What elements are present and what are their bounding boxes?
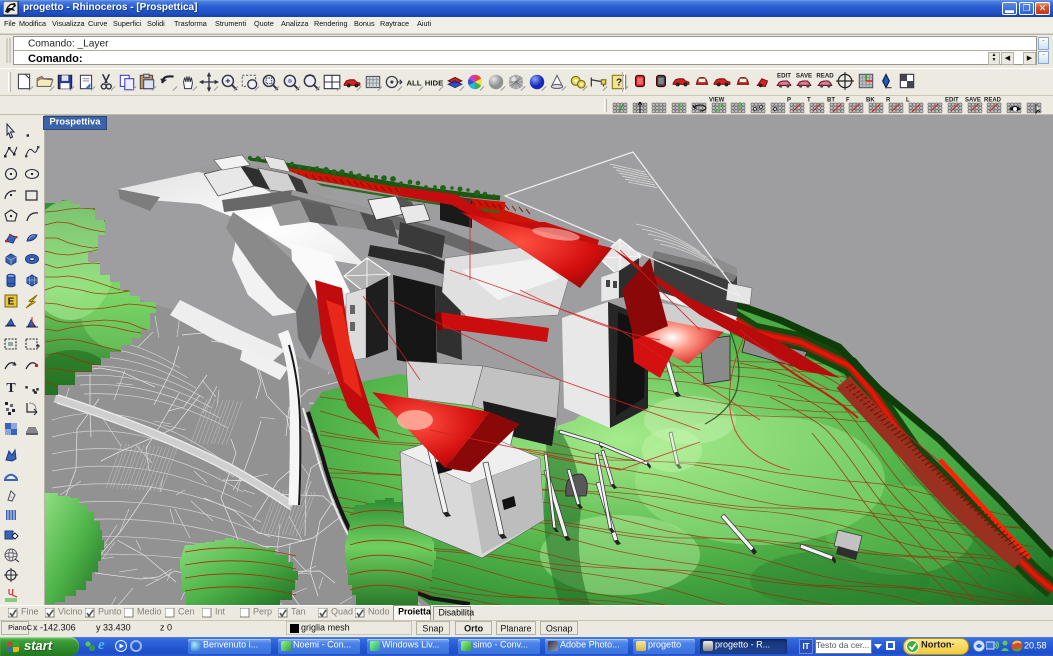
svg-text:READ: READ	[816, 73, 834, 80]
svg-text:E: E	[8, 297, 15, 308]
svg-text:EDIT: EDIT	[777, 73, 791, 80]
svg-text:HIDE: HIDE	[425, 78, 444, 87]
svg-text:T: T	[6, 381, 16, 396]
svg-text:ALL: ALL	[406, 78, 421, 87]
svg-text:?: ?	[615, 77, 621, 88]
svg-text:SAVE: SAVE	[796, 73, 812, 80]
